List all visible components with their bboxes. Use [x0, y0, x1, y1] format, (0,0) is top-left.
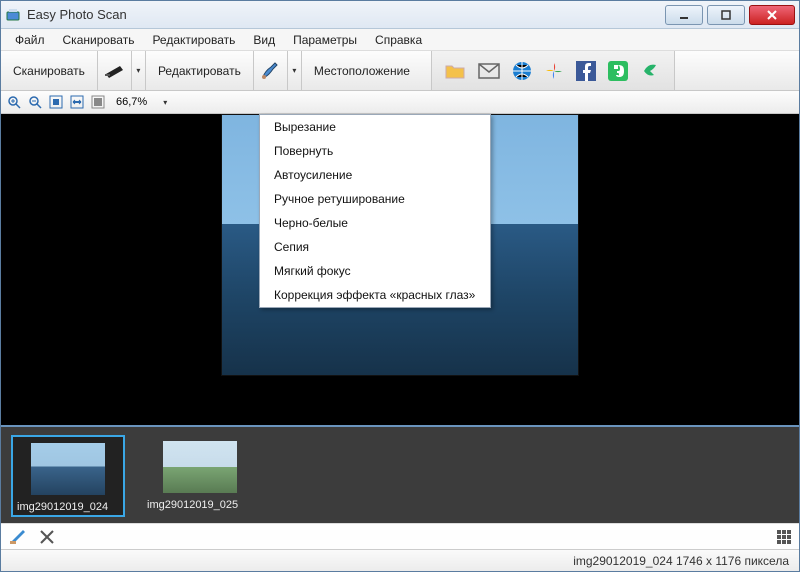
zoom-dropdown[interactable]: ▾: [156, 93, 174, 111]
menu-item-manual-retouch[interactable]: Ручное ретуширование: [260, 187, 490, 211]
hummingbird-icon[interactable]: [640, 61, 662, 81]
zoom-value: 66,7%: [110, 96, 153, 108]
scan-button[interactable]: Сканировать: [1, 51, 98, 90]
menu-file[interactable]: Файл: [7, 31, 53, 49]
window-title: Easy Photo Scan: [27, 7, 127, 22]
thumbnail-bar: img29012019_024 img29012019_025: [1, 425, 799, 523]
scan-button-label: Сканировать: [13, 64, 85, 78]
brush-icon-button[interactable]: [254, 51, 288, 90]
app-icon: [5, 7, 21, 23]
menubar: Файл Сканировать Редактировать Вид Парам…: [1, 29, 799, 51]
mail-icon[interactable]: [478, 63, 500, 79]
folder-icon[interactable]: [444, 62, 466, 80]
menu-view[interactable]: Вид: [245, 31, 283, 49]
location-button[interactable]: Местоположение: [302, 51, 432, 90]
thumbnail-item[interactable]: img29012019_024: [11, 435, 125, 517]
image-viewport: Вырезание Повернуть Автоусиление Ручное …: [1, 114, 799, 425]
scan-dropdown[interactable]: ▾: [132, 51, 146, 90]
menu-item-sepia[interactable]: Сепия: [260, 235, 490, 259]
menu-item-crop[interactable]: Вырезание: [260, 115, 490, 139]
edit-button[interactable]: Редактировать: [146, 51, 254, 90]
zoom-out-button[interactable]: [26, 93, 44, 111]
actual-size-button[interactable]: [89, 93, 107, 111]
delete-button[interactable]: [39, 529, 55, 545]
menu-params[interactable]: Параметры: [285, 31, 365, 49]
menu-item-red-eye[interactable]: Коррекция эффекта «красных глаз»: [260, 283, 490, 307]
status-bar: img29012019_024 1746 x 1176 пиксела: [1, 549, 799, 571]
maximize-button[interactable]: [707, 5, 745, 25]
brush-icon: [259, 61, 281, 81]
close-button[interactable]: [749, 5, 795, 25]
evernote-icon[interactable]: [608, 61, 628, 81]
scanner-icon: [103, 62, 125, 80]
minimize-button[interactable]: [665, 5, 703, 25]
thumbnail-item[interactable]: img29012019_025: [143, 435, 257, 517]
menu-item-soft-focus[interactable]: Мягкий фокус: [260, 259, 490, 283]
thumbnail-image: [163, 441, 237, 493]
thumbnail-image: [31, 443, 105, 495]
app-window: Easy Photo Scan Файл Сканировать Редакти…: [0, 0, 800, 572]
edit-dropdown[interactable]: ▾: [288, 51, 302, 90]
menu-edit[interactable]: Редактировать: [144, 31, 243, 49]
grid-view-icon[interactable]: [777, 530, 791, 544]
thumbnail-name: img29012019_025: [143, 499, 257, 511]
window-buttons: [661, 5, 795, 25]
edit-dropdown-menu: Вырезание Повернуть Автоусиление Ручное …: [259, 114, 491, 308]
bottom-toolbar: [1, 523, 799, 549]
thumbnail-name: img29012019_024: [13, 501, 123, 513]
titlebar: Easy Photo Scan: [1, 1, 799, 29]
facebook-icon[interactable]: [576, 61, 596, 81]
menu-item-bw[interactable]: Черно-белые: [260, 211, 490, 235]
fit-width-button[interactable]: [68, 93, 86, 111]
zoom-in-button[interactable]: [5, 93, 23, 111]
zoom-toolbar: 66,7% ▾: [1, 91, 799, 114]
fit-window-button[interactable]: [47, 93, 65, 111]
destination-icons: [432, 51, 675, 90]
menu-item-auto-enhance[interactable]: Автоусиление: [260, 163, 490, 187]
location-button-label: Местоположение: [314, 64, 410, 78]
edit-button-label: Редактировать: [158, 64, 241, 78]
google-photos-icon[interactable]: [544, 61, 564, 81]
menu-item-rotate[interactable]: Повернуть: [260, 139, 490, 163]
web-icon[interactable]: [512, 61, 532, 81]
status-text: img29012019_024 1746 x 1176 пиксела: [573, 554, 789, 568]
menu-scan[interactable]: Сканировать: [55, 31, 143, 49]
scanner-icon-button[interactable]: [98, 51, 132, 90]
menu-help[interactable]: Справка: [367, 31, 430, 49]
brush-tool-icon[interactable]: [9, 528, 31, 546]
main-toolbar: Сканировать ▾ Редактировать ▾ Местополож…: [1, 51, 799, 91]
